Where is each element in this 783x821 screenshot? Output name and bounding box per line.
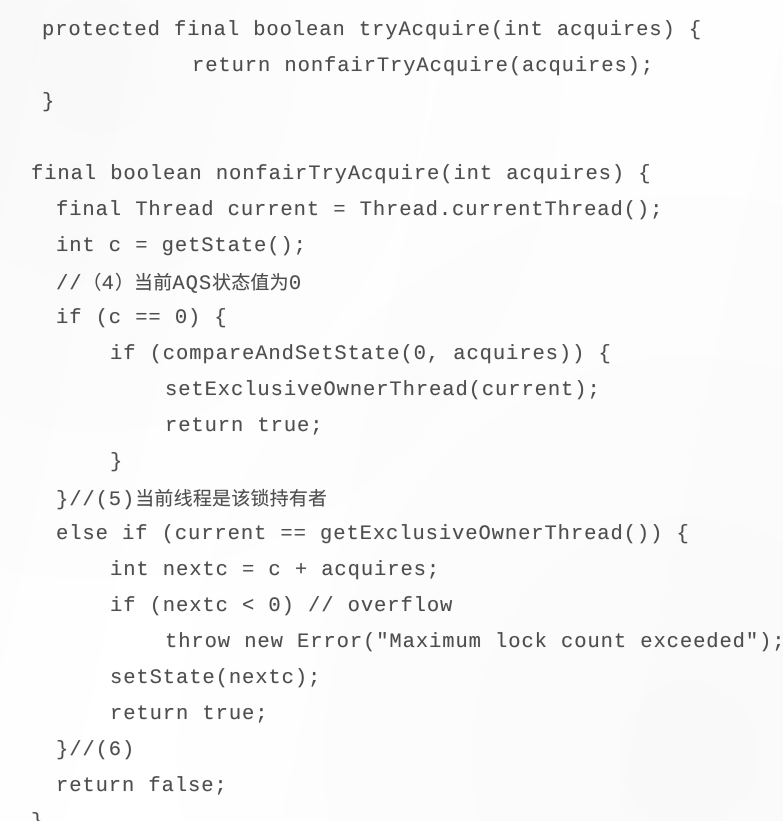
code-line: throw new Error("Maximum lock count exce… [165,631,783,654]
inline-cjk-comment: 状态值为 [212,272,289,294]
code-listing: protected final boolean tryAcquire(int a… [0,13,783,821]
code-line: final Thread current = Thread.currentThr… [56,199,664,222]
code-line: }//(5)当前线程是该锁持有者 [56,488,328,512]
code-line: else if (current == getExclusiveOwnerThr… [56,523,690,546]
code-line: }//(6) [56,739,136,762]
code-line: setExclusiveOwnerThread(current); [165,379,601,402]
inline-cjk-comment: （ [82,272,102,294]
scanned-code-page: protected final boolean tryAcquire(int a… [0,0,783,821]
code-line: return nonfairTryAcquire(acquires); [192,55,655,78]
code-line: if (c == 0) { [56,307,228,330]
code-line: //（4）当前AQS状态值为0 [56,272,303,296]
code-line: } [0,805,783,821]
inline-cjk-comment: 当前线程是该锁持有者 [135,488,328,510]
code-line: int nextc = c + acquires; [110,559,441,582]
code-line: } [42,91,56,114]
inline-cjk-comment: ）当前 [114,272,173,294]
code-line: return false; [56,775,228,798]
code-line: return true; [110,703,269,726]
code-line: return true; [165,415,324,438]
code-line: } [110,451,124,474]
code-line: final boolean nonfairTryAcquire(int acqu… [31,163,652,186]
code-line: protected final boolean tryAcquire(int a… [42,19,703,42]
code-line: if (compareAndSetState(0, acquires)) { [110,343,612,366]
code-line: setState(nextc); [110,667,322,690]
code-line: int c = getState(); [56,235,307,258]
code-line: if (nextc < 0) // overflow [110,595,454,618]
